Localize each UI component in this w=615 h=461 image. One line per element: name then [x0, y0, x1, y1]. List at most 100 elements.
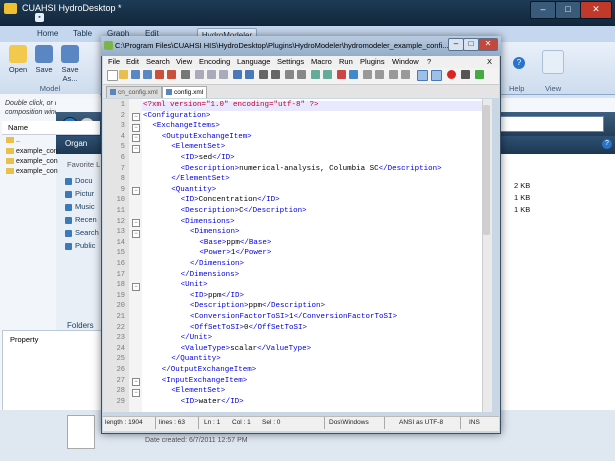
- code-line: <Dimensions>: [181, 218, 235, 226]
- tab-home[interactable]: Home: [37, 29, 58, 38]
- menu-language[interactable]: Language: [237, 57, 270, 66]
- sync-scroll-icon[interactable]: [311, 70, 320, 79]
- fold-toggle-icon[interactable]: −: [132, 388, 140, 397]
- record-macro-icon[interactable]: [447, 70, 456, 79]
- xml-tag: </Dimension>: [190, 260, 245, 268]
- fold-toggle-icon[interactable]: −: [132, 378, 140, 387]
- status-divider: [460, 417, 461, 429]
- menu-settings[interactable]: Settings: [277, 57, 304, 66]
- file-row[interactable]: example_con: [6, 168, 58, 175]
- word-wrap-icon[interactable]: [323, 70, 332, 79]
- new-file-icon[interactable]: [107, 70, 118, 81]
- open-folder-icon: [9, 45, 27, 63]
- tab-table[interactable]: Table: [73, 29, 92, 38]
- explorer-help-icon[interactable]: ?: [602, 139, 612, 149]
- all-chars-icon[interactable]: [349, 70, 358, 79]
- fold-toggle-icon[interactable]: −: [132, 187, 140, 196]
- save-file-icon[interactable]: [131, 70, 140, 79]
- cut-icon[interactable]: [195, 70, 204, 79]
- tab-cn-config[interactable]: cn_config.xml: [106, 86, 162, 98]
- save-button[interactable]: Save: [33, 45, 55, 74]
- folder-icon: [6, 148, 14, 155]
- open-button[interactable]: Open: [7, 45, 29, 74]
- redo-icon[interactable]: [245, 70, 254, 79]
- menu-search[interactable]: Search: [146, 57, 170, 66]
- fold-toggle-icon[interactable]: −: [132, 113, 140, 122]
- stop-macro-icon[interactable]: [461, 70, 470, 79]
- menu-encoding[interactable]: Encoding: [199, 57, 230, 66]
- nav-item-public[interactable]: Public: [65, 241, 95, 250]
- nav-item-pictures[interactable]: Pictur: [65, 189, 94, 198]
- line-number: 27: [116, 376, 125, 385]
- app-close-button[interactable]: ✕: [580, 1, 612, 19]
- view-hand-icon[interactable]: [542, 50, 564, 74]
- save-as-button[interactable]: Save As...: [59, 45, 81, 83]
- line-number: 15: [116, 249, 125, 258]
- menu-window[interactable]: Window: [392, 57, 419, 66]
- menu-help[interactable]: ?: [427, 57, 431, 66]
- fold-toggle-icon[interactable]: −: [132, 134, 140, 143]
- fold-toggle-icon[interactable]: −: [132, 219, 140, 228]
- file-row[interactable]: example_con: [6, 158, 58, 165]
- nav-item-recent[interactable]: Recen: [65, 215, 97, 224]
- menu-edit[interactable]: Edit: [126, 57, 139, 66]
- xml-tag: <Unit>: [180, 281, 208, 290]
- tab-config[interactable]: config.xml: [162, 86, 208, 98]
- fold-toggle-icon[interactable]: −: [132, 144, 140, 153]
- folders-label[interactable]: Folders: [67, 321, 94, 330]
- copy-icon[interactable]: [207, 70, 216, 79]
- xml-tag: <?xml version="1.0" encoding="utf-8" ?>: [143, 101, 319, 109]
- toggle-view-icon[interactable]: [417, 70, 428, 81]
- menu-macro[interactable]: Macro: [311, 57, 332, 66]
- file-row[interactable]: example_con: [6, 148, 58, 155]
- line-number: 3: [120, 122, 125, 131]
- unfold-icon[interactable]: [375, 70, 384, 79]
- indent-guide-icon[interactable]: [337, 70, 346, 79]
- menu-plugins[interactable]: Plugins: [360, 57, 385, 66]
- fold-toggle-icon[interactable]: −: [132, 282, 140, 291]
- close-document-button[interactable]: X: [487, 57, 492, 66]
- npp-maximize-button[interactable]: □: [463, 38, 479, 51]
- fold-toggle-icon[interactable]: −: [132, 123, 140, 132]
- code-line: </OutputExchangeItem>: [162, 366, 257, 374]
- replace-icon[interactable]: [271, 70, 280, 79]
- organize-button[interactable]: Organ: [65, 139, 87, 148]
- fold-icon[interactable]: [363, 70, 372, 79]
- menu-file[interactable]: File: [108, 57, 120, 66]
- file-name: ..: [16, 137, 20, 144]
- open-file-icon[interactable]: [119, 70, 128, 79]
- help-icon[interactable]: ?: [513, 57, 525, 69]
- npp-logo-icon: [104, 41, 113, 50]
- play-macro-icon[interactable]: [475, 70, 484, 79]
- app-maximize-button[interactable]: □: [555, 1, 581, 19]
- line-number: 11: [116, 207, 125, 215]
- print-icon[interactable]: [181, 70, 190, 79]
- nav-item-searches[interactable]: Search: [65, 228, 99, 237]
- fold-toggle-icon[interactable]: −: [132, 229, 140, 238]
- line-number: 13: [116, 228, 125, 237]
- menu-view[interactable]: View: [176, 57, 192, 66]
- menu-run[interactable]: Run: [339, 57, 353, 66]
- npp-minimize-button[interactable]: –: [448, 38, 464, 51]
- npp-close-button[interactable]: ✕: [478, 38, 498, 51]
- quick-access-save-icon[interactable]: ▪: [35, 13, 44, 22]
- close-all-icon[interactable]: [167, 70, 176, 79]
- find-icon[interactable]: [259, 70, 268, 79]
- doc-map-icon[interactable]: [431, 70, 442, 81]
- nav-item-documents[interactable]: Docu: [65, 176, 93, 185]
- paste-icon[interactable]: [219, 70, 228, 79]
- explorer-file-list: [495, 154, 615, 410]
- nav-item-music[interactable]: Music: [65, 202, 95, 211]
- zoom-in-icon[interactable]: [285, 70, 294, 79]
- code-line: <Description>ppm</Description>: [190, 302, 325, 310]
- outdent-icon[interactable]: [401, 70, 410, 79]
- indent-icon[interactable]: [389, 70, 398, 79]
- zoom-out-icon[interactable]: [297, 70, 306, 79]
- name-column-header[interactable]: Name: [2, 121, 100, 135]
- close-file-icon[interactable]: [155, 70, 164, 79]
- file-row[interactable]: ..: [6, 137, 20, 144]
- save-all-icon[interactable]: [143, 70, 152, 79]
- undo-icon[interactable]: [233, 70, 242, 79]
- scrollbar-thumb[interactable]: [483, 105, 490, 235]
- app-minimize-button[interactable]: –: [530, 1, 556, 19]
